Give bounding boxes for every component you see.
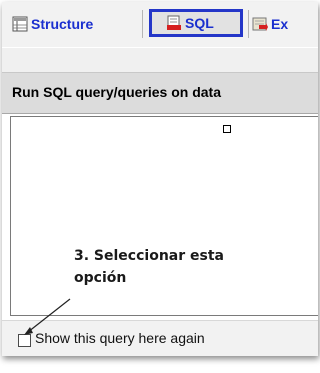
tab-export-label: Ex xyxy=(271,16,289,32)
sql-icon xyxy=(166,15,182,31)
query-options-row: Show this query here again xyxy=(2,320,318,356)
resize-handle[interactable] xyxy=(223,125,231,133)
subtab-strip xyxy=(2,47,318,72)
tab-sql[interactable]: SQL xyxy=(149,9,243,37)
query-caption-bar: Run SQL query/queries on data xyxy=(2,72,318,114)
export-icon xyxy=(252,16,268,32)
tab-export[interactable]: Ex xyxy=(252,14,288,34)
tab-separator xyxy=(248,10,249,38)
show-query-checkbox[interactable] xyxy=(18,334,31,347)
tab-bar: Structure SQL Ex xyxy=(2,2,318,47)
tab-structure[interactable]: Structure xyxy=(12,14,93,34)
tab-separator xyxy=(142,10,143,38)
tab-sql-label: SQL xyxy=(185,15,214,31)
tutorial-annotation: 3. Seleccionar esta opción xyxy=(74,245,224,289)
annotation-line-1: 3. Seleccionar esta xyxy=(74,248,224,264)
show-query-label[interactable]: Show this query here again xyxy=(35,330,205,346)
structure-icon xyxy=(12,16,28,32)
query-caption: Run SQL query/queries on data xyxy=(12,84,222,100)
phpmyadmin-window: Structure SQL Ex Run SQL query/queries o… xyxy=(2,2,318,356)
tab-structure-label: Structure xyxy=(31,16,94,32)
annotation-line-2: opción xyxy=(74,270,127,286)
